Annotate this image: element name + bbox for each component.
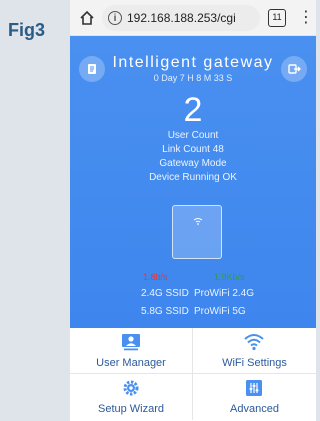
wifi-settings-label: WiFi Settings	[222, 357, 287, 369]
address-bar[interactable]: i 192.168.188.253/cgi	[102, 4, 260, 31]
upload-rate: 1.8b/s	[143, 272, 168, 282]
ssid-label: 2.4G SSID	[141, 288, 189, 299]
page-title: Intelligent gateway	[112, 54, 274, 71]
url-text: 192.168.188.253/cgi	[127, 10, 236, 25]
wifi-settings-button[interactable]: WiFi Settings	[193, 328, 316, 374]
home-icon[interactable]	[78, 9, 96, 27]
wifi-icon	[244, 334, 264, 351]
user-manager-label: User Manager	[96, 357, 166, 369]
advanced-label: Advanced	[230, 403, 279, 415]
router-device-image	[172, 205, 222, 259]
more-menu-icon[interactable]: ⋮	[298, 9, 314, 26]
info-icon[interactable]: i	[108, 10, 122, 25]
download-rate: 1.9Kb/s	[214, 272, 245, 282]
user-manager-button[interactable]: User Manager	[70, 328, 193, 374]
phone-screen: i 192.168.188.253/cgi 11 ⋮ Intelligent g…	[70, 0, 316, 421]
user-count-label: User Count	[167, 130, 219, 141]
link-count: Link Count 48	[162, 144, 224, 155]
main-menu: User Manager WiFi Settings Setup Wizard …	[70, 328, 316, 421]
tab-count-button[interactable]: 11	[268, 8, 286, 27]
figure-label: Fig3	[8, 20, 46, 40]
gateway-status-panel: Intelligent gateway 0 Day 7 H 8 M 33 S 2…	[70, 36, 316, 328]
ssid-value: ProWiFi 5G	[194, 306, 246, 317]
browser-toolbar: i 192.168.188.253/cgi 11 ⋮	[70, 0, 316, 36]
ssid-label: 5.8G SSID	[141, 306, 189, 317]
wifi-small-icon	[193, 218, 203, 225]
uptime-text: 0 Day 7 H 8 M 33 S	[153, 73, 233, 83]
gateway-mode: Gateway Mode	[159, 158, 227, 169]
setup-wizard-label: Setup Wizard	[97, 403, 165, 415]
sliders-icon	[246, 380, 262, 396]
gear-icon	[123, 380, 139, 396]
device-status: Device Running OK	[149, 172, 237, 183]
setup-wizard-button[interactable]: Setup Wizard	[70, 374, 193, 420]
advanced-button[interactable]: Advanced	[193, 374, 316, 420]
user-count-value: 2	[183, 91, 203, 129]
user-manager-icon	[122, 334, 140, 351]
ssid-value: ProWiFi 2.4G	[194, 288, 255, 299]
